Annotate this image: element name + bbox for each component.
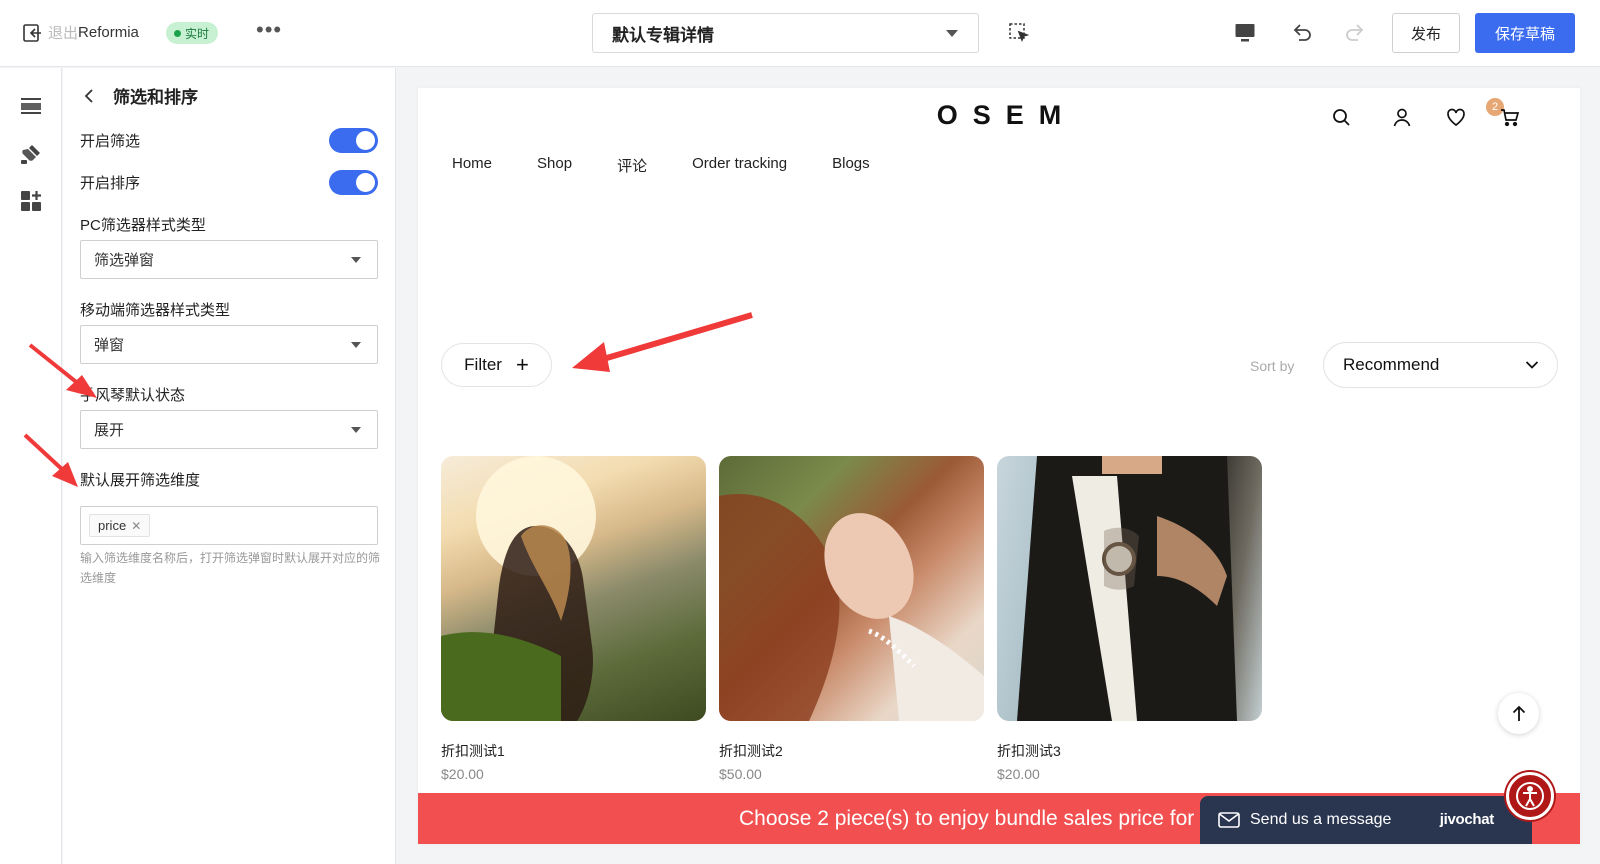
app-name: Reformia — [78, 24, 139, 41]
exit-label: 退出 — [48, 25, 79, 42]
scroll-to-top-button[interactable] — [1498, 693, 1539, 734]
panel-header: 筛选和排序 — [83, 83, 198, 108]
editor-icon-rail — [0, 68, 62, 864]
arrow-up-icon — [1512, 705, 1525, 721]
enable-sort-toggle[interactable] — [329, 170, 378, 195]
chevron-down-icon — [1525, 361, 1539, 369]
wishlist-heart-icon[interactable] — [1445, 106, 1467, 128]
chevron-down-icon — [946, 30, 958, 37]
product-card[interactable]: 折扣测试3 $20.00 — [997, 456, 1262, 782]
chat-label: Send us a message — [1250, 811, 1392, 828]
chevron-down-icon — [351, 257, 361, 263]
plus-icon: + — [515, 352, 529, 377]
pc-style-value: 筛选弹窗 — [94, 252, 155, 269]
sort-by-label: Sort by — [1250, 358, 1295, 374]
desktop-preview-icon[interactable] — [1234, 22, 1256, 44]
default-expand-label: 默认展开筛选维度 — [80, 472, 201, 489]
chat-brand: jivochat — [1439, 811, 1495, 828]
back-arrow-icon[interactable] — [83, 88, 95, 104]
chevron-down-icon — [351, 342, 361, 348]
publish-button[interactable]: 发布 — [1392, 13, 1460, 53]
nav-shop[interactable]: Shop — [537, 155, 572, 176]
live-label: 实时 — [185, 26, 210, 41]
default-expand-tag-input[interactable]: price ✕ — [80, 506, 378, 545]
undo-icon[interactable] — [1291, 22, 1313, 44]
live-status-badge: 实时 — [166, 22, 219, 44]
product-price: $20.00 — [441, 766, 484, 782]
product-name[interactable]: 折扣测试2 — [719, 741, 984, 761]
product-price: $50.00 — [719, 766, 762, 782]
pc-style-label: PC筛选器样式类型 — [80, 217, 206, 234]
mail-icon — [1218, 812, 1240, 828]
store-preview-canvas: OSEM 2 Home Shop 评论 Order tracking Blogs… — [418, 88, 1580, 844]
redo-icon[interactable] — [1344, 22, 1366, 44]
mobile-style-label: 移动端筛选器样式类型 — [80, 302, 231, 319]
filter-tag: price ✕ — [89, 514, 151, 537]
live-dot-icon — [174, 29, 181, 37]
filter-button[interactable]: Filter + — [441, 343, 552, 387]
filter-tag-label: price — [98, 518, 127, 533]
exit-icon — [23, 23, 41, 42]
mobile-style-select[interactable]: 弹窗 — [80, 325, 378, 364]
nav-order-tracking[interactable]: Order tracking — [692, 155, 787, 176]
accordion-state-select[interactable]: 展开 — [80, 410, 378, 449]
accordion-state-label: 手风琴默认状态 — [80, 387, 186, 404]
save-draft-button[interactable]: 保存草稿 — [1475, 13, 1575, 53]
accordion-state-value: 展开 — [94, 422, 125, 439]
account-icon[interactable] — [1391, 106, 1413, 128]
select-element-icon[interactable] — [1008, 22, 1030, 44]
top-toolbar: 退出 Reformia 实时 ••• 默认专辑详情 发布 保存草稿 — [0, 0, 1600, 67]
sort-select[interactable]: Recommend — [1323, 342, 1558, 388]
product-photo-man-watch — [1017, 456, 1237, 721]
nav-blogs[interactable]: Blogs — [832, 155, 870, 176]
remove-tag-icon[interactable]: ✕ — [131, 519, 141, 533]
jivochat-widget[interactable]: Send us a message jivochat — [1200, 796, 1532, 844]
exit-button[interactable]: 退出 Reformia — [22, 22, 139, 43]
product-image[interactable] — [719, 456, 984, 721]
product-name[interactable]: 折扣测试3 — [997, 741, 1262, 761]
product-card[interactable]: 折扣测试2 $50.00 — [719, 456, 984, 782]
product-name[interactable]: 折扣测试1 — [441, 741, 706, 761]
filter-label: Filter — [464, 355, 502, 374]
search-icon[interactable] — [1330, 106, 1352, 128]
page-template-value: 默认专辑详情 — [612, 25, 714, 45]
accessibility-button[interactable] — [1506, 772, 1554, 820]
default-expand-help-text: 输入筛选维度名称后，打开筛选弹窗时默认展开对应的筛选维度 — [80, 551, 381, 585]
accessibility-icon — [1516, 782, 1544, 810]
nav-reviews[interactable]: 评论 — [617, 155, 647, 176]
enable-filter-toggle[interactable] — [329, 128, 378, 153]
product-price: $20.00 — [997, 766, 1040, 782]
chevron-down-icon — [351, 427, 361, 433]
more-menu-button[interactable]: ••• — [256, 19, 282, 41]
enable-filter-row: 开启筛选 — [80, 128, 378, 153]
theme-brush-icon[interactable] — [20, 143, 42, 165]
bundle-sale-text: Choose 2 piece(s) to enjoy bundle sales … — [739, 806, 1195, 830]
enable-sort-row: 开启排序 — [80, 170, 378, 195]
apps-add-icon[interactable] — [20, 190, 42, 212]
product-image[interactable] — [997, 456, 1262, 721]
mobile-style-value: 弹窗 — [94, 337, 125, 354]
enable-sort-label: 开启排序 — [80, 175, 141, 192]
product-photo-woman-sunset — [441, 456, 596, 721]
product-card[interactable]: 折扣测试1 $20.00 — [441, 456, 706, 782]
cart-icon[interactable] — [1499, 106, 1521, 128]
nav-home[interactable]: Home — [452, 155, 492, 176]
product-photo-woman-grass — [719, 494, 984, 721]
enable-filter-label: 开启筛选 — [80, 133, 141, 150]
sort-value: Recommend — [1343, 355, 1440, 374]
product-image[interactable] — [441, 456, 706, 721]
pc-style-select[interactable]: 筛选弹窗 — [80, 240, 378, 279]
panel-title: 筛选和排序 — [113, 88, 198, 107]
store-main-nav: Home Shop 评论 Order tracking Blogs — [452, 155, 870, 176]
filter-sort-settings-panel: 筛选和排序 开启筛选 开启排序 PC筛选器样式类型 筛选弹窗 移动端筛选器样式类… — [63, 68, 396, 864]
sections-icon[interactable] — [20, 95, 42, 117]
page-template-select[interactable]: 默认专辑详情 — [592, 13, 979, 53]
